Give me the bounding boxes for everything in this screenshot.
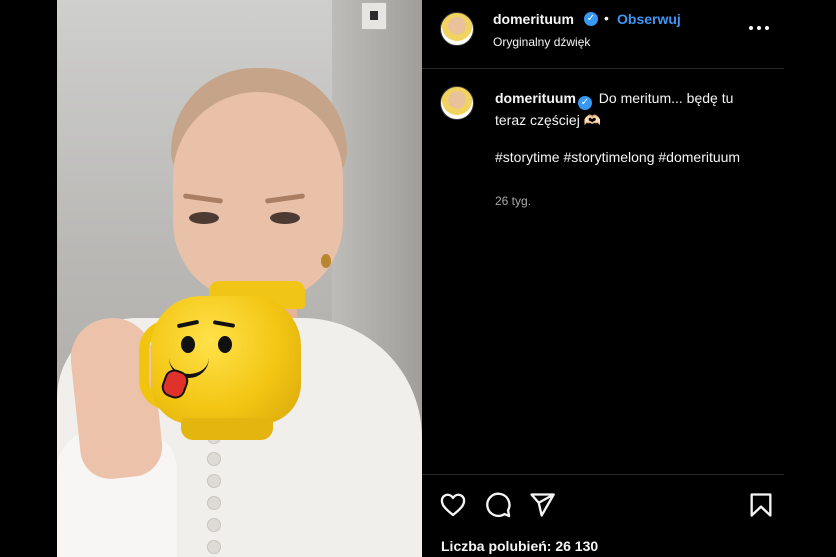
- author-avatar[interactable]: [440, 12, 474, 46]
- instagram-post-modal: domerituum ✓ • Obserwuj Oryginalny dźwię…: [0, 0, 836, 557]
- caption-text-block: domerituum ✓ Do meritum... będę tu teraz …: [495, 88, 765, 130]
- separator-dot: •: [604, 10, 609, 26]
- likes-count[interactable]: Liczba polubień: 26 130: [441, 538, 598, 554]
- mug-left-eye: [181, 336, 195, 353]
- photo-left-eye: [189, 212, 219, 224]
- verified-badge-icon: ✓: [584, 12, 598, 26]
- more-horizontal-icon[interactable]: [748, 19, 770, 37]
- caption-avatar[interactable]: [440, 86, 474, 120]
- follow-button[interactable]: Obserwuj: [617, 11, 681, 27]
- mug-right-eye: [218, 336, 232, 353]
- caption-hashtags[interactable]: #storytime #storytimelong #domerituum: [495, 147, 765, 167]
- photo-right-eye: [270, 212, 300, 224]
- caption-username[interactable]: domerituum: [495, 90, 576, 106]
- author-username[interactable]: domerituum: [493, 11, 574, 27]
- send-icon[interactable]: [528, 491, 556, 519]
- post-side-panel: domerituum ✓ • Obserwuj Oryginalny dźwię…: [422, 0, 784, 557]
- comment-icon[interactable]: [484, 491, 512, 519]
- post-header: domerituum ✓ • Obserwuj Oryginalny dźwię…: [422, 0, 784, 69]
- post-actions-bar: Liczba polubień: 26 130: [422, 474, 784, 557]
- photo-mug-base: [181, 418, 273, 440]
- caption-verified-badge-icon: ✓: [577, 96, 592, 110]
- heart-icon[interactable]: [439, 491, 467, 519]
- caption-timestamp[interactable]: 26 tyg.: [495, 194, 531, 208]
- photo-earring: [321, 254, 331, 268]
- audio-label[interactable]: Oryginalny dźwięk: [493, 35, 590, 49]
- bookmark-icon[interactable]: [747, 491, 775, 519]
- photo-light-switch: [361, 2, 387, 30]
- photo-blouse-buttons: [207, 430, 221, 557]
- post-photo[interactable]: [57, 0, 422, 557]
